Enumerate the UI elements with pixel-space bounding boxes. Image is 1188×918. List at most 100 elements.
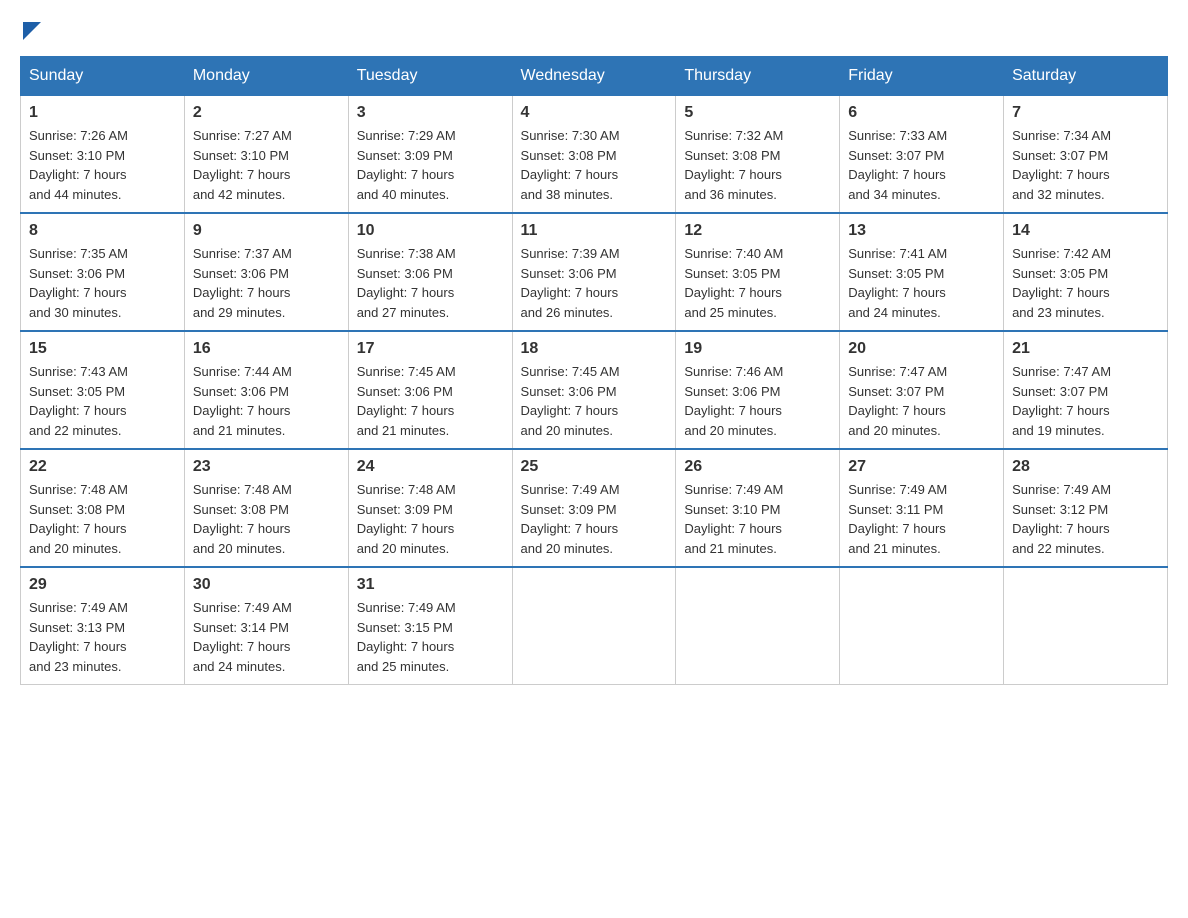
header-monday: Monday [184, 57, 348, 96]
day-info: Sunrise: 7:49 AMSunset: 3:13 PMDaylight:… [29, 600, 128, 674]
calendar-cell: 1 Sunrise: 7:26 AMSunset: 3:10 PMDayligh… [21, 96, 185, 214]
header-wednesday: Wednesday [512, 57, 676, 96]
page-header [20, 20, 1168, 36]
day-info: Sunrise: 7:41 AMSunset: 3:05 PMDaylight:… [848, 246, 947, 320]
calendar-cell [840, 567, 1004, 685]
day-number: 8 [29, 222, 176, 240]
day-info: Sunrise: 7:39 AMSunset: 3:06 PMDaylight:… [521, 246, 620, 320]
day-number: 25 [521, 458, 668, 476]
day-number: 19 [684, 340, 831, 358]
calendar-cell: 28 Sunrise: 7:49 AMSunset: 3:12 PMDaylig… [1004, 449, 1168, 567]
day-info: Sunrise: 7:47 AMSunset: 3:07 PMDaylight:… [1012, 364, 1111, 438]
day-info: Sunrise: 7:27 AMSunset: 3:10 PMDaylight:… [193, 128, 292, 202]
calendar-cell: 2 Sunrise: 7:27 AMSunset: 3:10 PMDayligh… [184, 96, 348, 214]
day-number: 17 [357, 340, 504, 358]
calendar-cell [512, 567, 676, 685]
logo [20, 20, 41, 36]
day-info: Sunrise: 7:43 AMSunset: 3:05 PMDaylight:… [29, 364, 128, 438]
day-number: 4 [521, 104, 668, 122]
calendar-cell: 12 Sunrise: 7:40 AMSunset: 3:05 PMDaylig… [676, 213, 840, 331]
day-number: 26 [684, 458, 831, 476]
day-info: Sunrise: 7:46 AMSunset: 3:06 PMDaylight:… [684, 364, 783, 438]
calendar-week-2: 8 Sunrise: 7:35 AMSunset: 3:06 PMDayligh… [21, 213, 1168, 331]
day-number: 15 [29, 340, 176, 358]
day-number: 11 [521, 222, 668, 240]
day-info: Sunrise: 7:33 AMSunset: 3:07 PMDaylight:… [848, 128, 947, 202]
calendar-cell: 19 Sunrise: 7:46 AMSunset: 3:06 PMDaylig… [676, 331, 840, 449]
calendar-cell: 7 Sunrise: 7:34 AMSunset: 3:07 PMDayligh… [1004, 96, 1168, 214]
header-thursday: Thursday [676, 57, 840, 96]
day-number: 20 [848, 340, 995, 358]
day-number: 30 [193, 576, 340, 594]
day-info: Sunrise: 7:29 AMSunset: 3:09 PMDaylight:… [357, 128, 456, 202]
day-number: 3 [357, 104, 504, 122]
calendar-cell: 15 Sunrise: 7:43 AMSunset: 3:05 PMDaylig… [21, 331, 185, 449]
day-info: Sunrise: 7:37 AMSunset: 3:06 PMDaylight:… [193, 246, 292, 320]
day-number: 13 [848, 222, 995, 240]
calendar-table: SundayMondayTuesdayWednesdayThursdayFrid… [20, 56, 1168, 685]
calendar-cell: 13 Sunrise: 7:41 AMSunset: 3:05 PMDaylig… [840, 213, 1004, 331]
calendar-cell: 24 Sunrise: 7:48 AMSunset: 3:09 PMDaylig… [348, 449, 512, 567]
day-info: Sunrise: 7:49 AMSunset: 3:09 PMDaylight:… [521, 482, 620, 556]
day-number: 28 [1012, 458, 1159, 476]
day-number: 12 [684, 222, 831, 240]
day-number: 2 [193, 104, 340, 122]
day-number: 24 [357, 458, 504, 476]
calendar-cell [1004, 567, 1168, 685]
calendar-cell: 16 Sunrise: 7:44 AMSunset: 3:06 PMDaylig… [184, 331, 348, 449]
day-info: Sunrise: 7:45 AMSunset: 3:06 PMDaylight:… [521, 364, 620, 438]
day-info: Sunrise: 7:48 AMSunset: 3:09 PMDaylight:… [357, 482, 456, 556]
calendar-cell: 20 Sunrise: 7:47 AMSunset: 3:07 PMDaylig… [840, 331, 1004, 449]
day-info: Sunrise: 7:32 AMSunset: 3:08 PMDaylight:… [684, 128, 783, 202]
calendar-cell: 18 Sunrise: 7:45 AMSunset: 3:06 PMDaylig… [512, 331, 676, 449]
calendar-cell: 9 Sunrise: 7:37 AMSunset: 3:06 PMDayligh… [184, 213, 348, 331]
calendar-cell: 27 Sunrise: 7:49 AMSunset: 3:11 PMDaylig… [840, 449, 1004, 567]
calendar-cell: 31 Sunrise: 7:49 AMSunset: 3:15 PMDaylig… [348, 567, 512, 685]
day-info: Sunrise: 7:34 AMSunset: 3:07 PMDaylight:… [1012, 128, 1111, 202]
day-info: Sunrise: 7:48 AMSunset: 3:08 PMDaylight:… [193, 482, 292, 556]
day-number: 22 [29, 458, 176, 476]
day-info: Sunrise: 7:49 AMSunset: 3:10 PMDaylight:… [684, 482, 783, 556]
calendar-cell: 5 Sunrise: 7:32 AMSunset: 3:08 PMDayligh… [676, 96, 840, 214]
calendar-week-1: 1 Sunrise: 7:26 AMSunset: 3:10 PMDayligh… [21, 96, 1168, 214]
calendar-cell: 6 Sunrise: 7:33 AMSunset: 3:07 PMDayligh… [840, 96, 1004, 214]
day-info: Sunrise: 7:35 AMSunset: 3:06 PMDaylight:… [29, 246, 128, 320]
calendar-week-5: 29 Sunrise: 7:49 AMSunset: 3:13 PMDaylig… [21, 567, 1168, 685]
day-number: 29 [29, 576, 176, 594]
calendar-cell: 4 Sunrise: 7:30 AMSunset: 3:08 PMDayligh… [512, 96, 676, 214]
calendar-cell: 3 Sunrise: 7:29 AMSunset: 3:09 PMDayligh… [348, 96, 512, 214]
day-info: Sunrise: 7:45 AMSunset: 3:06 PMDaylight:… [357, 364, 456, 438]
day-number: 7 [1012, 104, 1159, 122]
day-info: Sunrise: 7:49 AMSunset: 3:12 PMDaylight:… [1012, 482, 1111, 556]
calendar-week-4: 22 Sunrise: 7:48 AMSunset: 3:08 PMDaylig… [21, 449, 1168, 567]
day-number: 18 [521, 340, 668, 358]
calendar-header-row: SundayMondayTuesdayWednesdayThursdayFrid… [21, 57, 1168, 96]
day-info: Sunrise: 7:38 AMSunset: 3:06 PMDaylight:… [357, 246, 456, 320]
calendar-cell: 26 Sunrise: 7:49 AMSunset: 3:10 PMDaylig… [676, 449, 840, 567]
calendar-cell: 8 Sunrise: 7:35 AMSunset: 3:06 PMDayligh… [21, 213, 185, 331]
day-info: Sunrise: 7:42 AMSunset: 3:05 PMDaylight:… [1012, 246, 1111, 320]
day-number: 10 [357, 222, 504, 240]
calendar-cell: 21 Sunrise: 7:47 AMSunset: 3:07 PMDaylig… [1004, 331, 1168, 449]
day-number: 6 [848, 104, 995, 122]
day-info: Sunrise: 7:49 AMSunset: 3:11 PMDaylight:… [848, 482, 947, 556]
day-number: 16 [193, 340, 340, 358]
calendar-cell: 22 Sunrise: 7:48 AMSunset: 3:08 PMDaylig… [21, 449, 185, 567]
calendar-week-3: 15 Sunrise: 7:43 AMSunset: 3:05 PMDaylig… [21, 331, 1168, 449]
calendar-cell: 10 Sunrise: 7:38 AMSunset: 3:06 PMDaylig… [348, 213, 512, 331]
day-info: Sunrise: 7:26 AMSunset: 3:10 PMDaylight:… [29, 128, 128, 202]
day-number: 1 [29, 104, 176, 122]
header-tuesday: Tuesday [348, 57, 512, 96]
calendar-cell: 23 Sunrise: 7:48 AMSunset: 3:08 PMDaylig… [184, 449, 348, 567]
day-number: 27 [848, 458, 995, 476]
header-saturday: Saturday [1004, 57, 1168, 96]
day-info: Sunrise: 7:44 AMSunset: 3:06 PMDaylight:… [193, 364, 292, 438]
calendar-cell: 17 Sunrise: 7:45 AMSunset: 3:06 PMDaylig… [348, 331, 512, 449]
day-number: 21 [1012, 340, 1159, 358]
day-info: Sunrise: 7:40 AMSunset: 3:05 PMDaylight:… [684, 246, 783, 320]
day-info: Sunrise: 7:48 AMSunset: 3:08 PMDaylight:… [29, 482, 128, 556]
calendar-cell: 25 Sunrise: 7:49 AMSunset: 3:09 PMDaylig… [512, 449, 676, 567]
calendar-cell [676, 567, 840, 685]
calendar-cell: 11 Sunrise: 7:39 AMSunset: 3:06 PMDaylig… [512, 213, 676, 331]
day-info: Sunrise: 7:49 AMSunset: 3:14 PMDaylight:… [193, 600, 292, 674]
